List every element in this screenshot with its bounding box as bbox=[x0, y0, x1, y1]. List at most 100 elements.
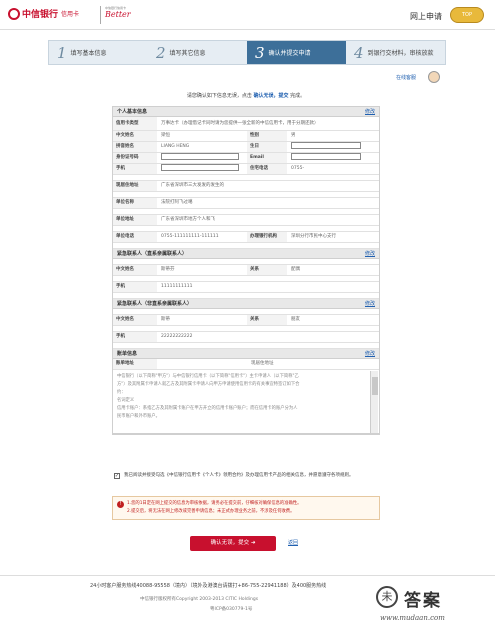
form-row: 账单地址 现居住地址 bbox=[113, 359, 379, 370]
field-label: 身份证号码 bbox=[113, 153, 157, 163]
form-row: 单位电话 0755-111111111-111111 办理银行机构 深圳分行市民… bbox=[113, 232, 379, 243]
field-label: 单位电话 bbox=[113, 232, 157, 242]
field-label: 现居住地址 bbox=[113, 181, 157, 191]
online-help-link[interactable]: 在线客服 bbox=[396, 74, 416, 81]
bank-name: 中信银行 bbox=[22, 10, 59, 20]
section-bill-header: 账单信息 修改 bbox=[113, 349, 379, 359]
section-title: 紧急联系人（非直系亲属联系人） bbox=[117, 301, 193, 307]
company-value: 法院打阿飞过噶 bbox=[161, 200, 193, 205]
terms-scrollbar[interactable] bbox=[370, 371, 378, 433]
terms-line: 约： bbox=[117, 390, 126, 395]
step-number: 3 bbox=[255, 43, 265, 62]
bank-logo[interactable]: 中信银行 信用卡 bbox=[8, 7, 79, 20]
warning-box: ! 1.您的1日定在网上提交的信息为审核依据，请务必在提交前，仔细核对确保信息的… bbox=[112, 496, 380, 520]
step-2: 2 填写其它信息 bbox=[148, 41, 247, 64]
branch-value: 深圳分行市民中心支行 bbox=[291, 234, 336, 239]
field-label: 账单地址 bbox=[113, 359, 157, 369]
field-label: 住宅电话 bbox=[247, 164, 287, 174]
citic-logo-icon bbox=[8, 7, 20, 20]
email-value bbox=[287, 153, 379, 163]
footer-icp: 粤ICP备030779-1号 bbox=[210, 607, 253, 612]
contact2-relation-value: 朋友 bbox=[291, 317, 300, 322]
field-label: 性别 bbox=[247, 131, 287, 141]
name-value: 梁恒 bbox=[161, 133, 170, 138]
field-label: 单位地址 bbox=[113, 215, 157, 225]
contact2-name-value: 斯蒂 bbox=[161, 317, 170, 322]
warning-line: 1.您的1日定在网上提交的信息为审核依据，请务必在提交前，仔细核对确保信息的准确… bbox=[127, 501, 302, 506]
footer: 24小时客户服务热线40088-95558（境内）（境外及港澳台请拨打+86-7… bbox=[0, 575, 495, 630]
notice-bold: 确认无误，提交 bbox=[253, 93, 289, 99]
contact1-mobile-value: 11111111111 bbox=[161, 284, 193, 289]
terms-line: 中信银行（以下简称"甲方"）与中信银行信用卡（以下简称"信用卡"）主卡申请人（以… bbox=[117, 374, 299, 379]
card-type-value: 万事达卡（办理借记卡同时请为您提供一张全新的中信信用卡，用于分期还款） bbox=[161, 121, 319, 126]
form-row: 信用卡类型 万事达卡（办理借记卡同时请为您提供一张全新的中信信用卡，用于分期还款… bbox=[113, 117, 379, 131]
agree-checkbox[interactable]: ✓ bbox=[114, 473, 120, 479]
confirm-submit-button[interactable]: 确认无误，提交 ➜ bbox=[190, 536, 276, 551]
progress-steps: 1 填写基本信息 2 填写其它信息 3 确认并提交申请 4 到银行交材料，审核放款 bbox=[48, 40, 446, 65]
field-label: 手机 bbox=[113, 332, 157, 342]
modify-link[interactable]: 修改 bbox=[365, 299, 375, 309]
company-address-value: 广东省深圳市地方个人和飞 bbox=[161, 217, 215, 222]
section-contact2-header: 紧急联系人（非直系亲属联系人） 修改 bbox=[113, 299, 379, 309]
net-apply-title: 网上申请 bbox=[410, 12, 442, 21]
step-3-active: 3 确认并提交申请 bbox=[247, 41, 346, 64]
form-row: 单位名称 法院打阿飞过噶 bbox=[113, 198, 379, 209]
scrollbar-thumb[interactable] bbox=[372, 377, 378, 395]
bill-address-value: 现居住地址 bbox=[251, 361, 274, 366]
form-row: 单位地址 广东省深圳市地方个人和飞 bbox=[113, 215, 379, 226]
section-personal-header: 个人基本信息 修改 bbox=[113, 107, 379, 117]
modify-link[interactable]: 修改 bbox=[365, 107, 375, 117]
watermark-logo-icon: 未 bbox=[376, 586, 398, 608]
form-row: 手机 22222222222 bbox=[113, 332, 379, 343]
warning-icon: ! bbox=[117, 501, 124, 508]
notice-text: 请您确认如下信息无误，点击 bbox=[186, 93, 252, 99]
terms-textbox[interactable]: 中信银行（以下简称"甲方"）与中信银行信用卡（以下简称"信用卡"）主卡申请人（以… bbox=[113, 370, 379, 434]
form-row: 拼音姓名 LIANG HENG 生日 bbox=[113, 142, 379, 153]
top-badge[interactable]: TOP bbox=[450, 7, 484, 23]
id-value bbox=[157, 153, 247, 163]
back-link[interactable]: 返回 bbox=[288, 539, 298, 546]
form-row: 身份证号码 Email bbox=[113, 153, 379, 164]
form-row: 中文姓名 斯蒂芬 关系 配偶 bbox=[113, 265, 379, 276]
mobile-value bbox=[157, 164, 247, 174]
review-form: 个人基本信息 修改 信用卡类型 万事达卡（办理借记卡同时请为您提供一张全新的中信… bbox=[112, 106, 380, 435]
modify-link[interactable]: 修改 bbox=[365, 249, 375, 259]
footer-copyright: 中信银行版权所有Copyright 2003-2013 CITIC Holdin… bbox=[140, 597, 259, 602]
bill-blank bbox=[157, 359, 247, 369]
step-4: 4 到银行交材料，审核放款 bbox=[346, 41, 445, 64]
section-title: 紧急联系人（直系亲属联系人） bbox=[117, 251, 188, 257]
field-label: 拼音姓名 bbox=[113, 142, 157, 152]
terms-line: 名词定义 bbox=[117, 398, 135, 403]
service-avatar-icon[interactable] bbox=[428, 71, 440, 83]
form-row: 中文姓名 斯蒂 关系 朋友 bbox=[113, 315, 379, 326]
section-title: 账单信息 bbox=[117, 351, 138, 357]
modify-link[interactable]: 修改 bbox=[365, 349, 375, 359]
field-label: 中文姓名 bbox=[113, 315, 157, 325]
redacted-box bbox=[161, 164, 239, 171]
watermark-url: www.mudaan.com bbox=[380, 614, 445, 622]
contact1-relation-value: 配偶 bbox=[291, 267, 300, 272]
step-number: 1 bbox=[57, 43, 67, 62]
step-label: 到银行交材料，审核放款 bbox=[367, 50, 434, 57]
field-label: 中文姓名 bbox=[113, 265, 157, 275]
field-label: 单位名称 bbox=[113, 198, 157, 208]
sex-value: 男 bbox=[291, 133, 296, 138]
field-label: Email bbox=[247, 153, 287, 163]
section-title: 个人基本信息 bbox=[117, 109, 148, 115]
warning-line: 2.提交后，将无法在网上修改或完善申请信息；未正式办理业务之前，不涉及任何收费。 bbox=[127, 509, 295, 514]
submit-label: 确认无误，提交 bbox=[210, 540, 250, 546]
watermark-text: 答案 bbox=[404, 591, 442, 611]
field-label: 关系 bbox=[247, 265, 287, 275]
pinyin-value: LIANG HENG bbox=[161, 144, 190, 149]
better-logo: 中信银行信用卡 Better bbox=[100, 6, 140, 24]
form-row: 手机 11111111111 bbox=[113, 282, 379, 293]
field-label: 手机 bbox=[113, 164, 157, 174]
redacted-box bbox=[291, 142, 361, 149]
terms-line: 方"）及其附属卡申请人就乙方及其附属卡申请人向甲方申请使用信用卡的有关事宜特签订… bbox=[117, 382, 300, 387]
birth-value bbox=[287, 142, 379, 152]
redacted-box bbox=[291, 153, 361, 160]
company-tel-value: 0755-111111111-111111 bbox=[161, 234, 219, 239]
field-label: 关系 bbox=[247, 315, 287, 325]
better-word: Better bbox=[105, 10, 131, 19]
step-label: 填写基本信息 bbox=[70, 50, 107, 57]
